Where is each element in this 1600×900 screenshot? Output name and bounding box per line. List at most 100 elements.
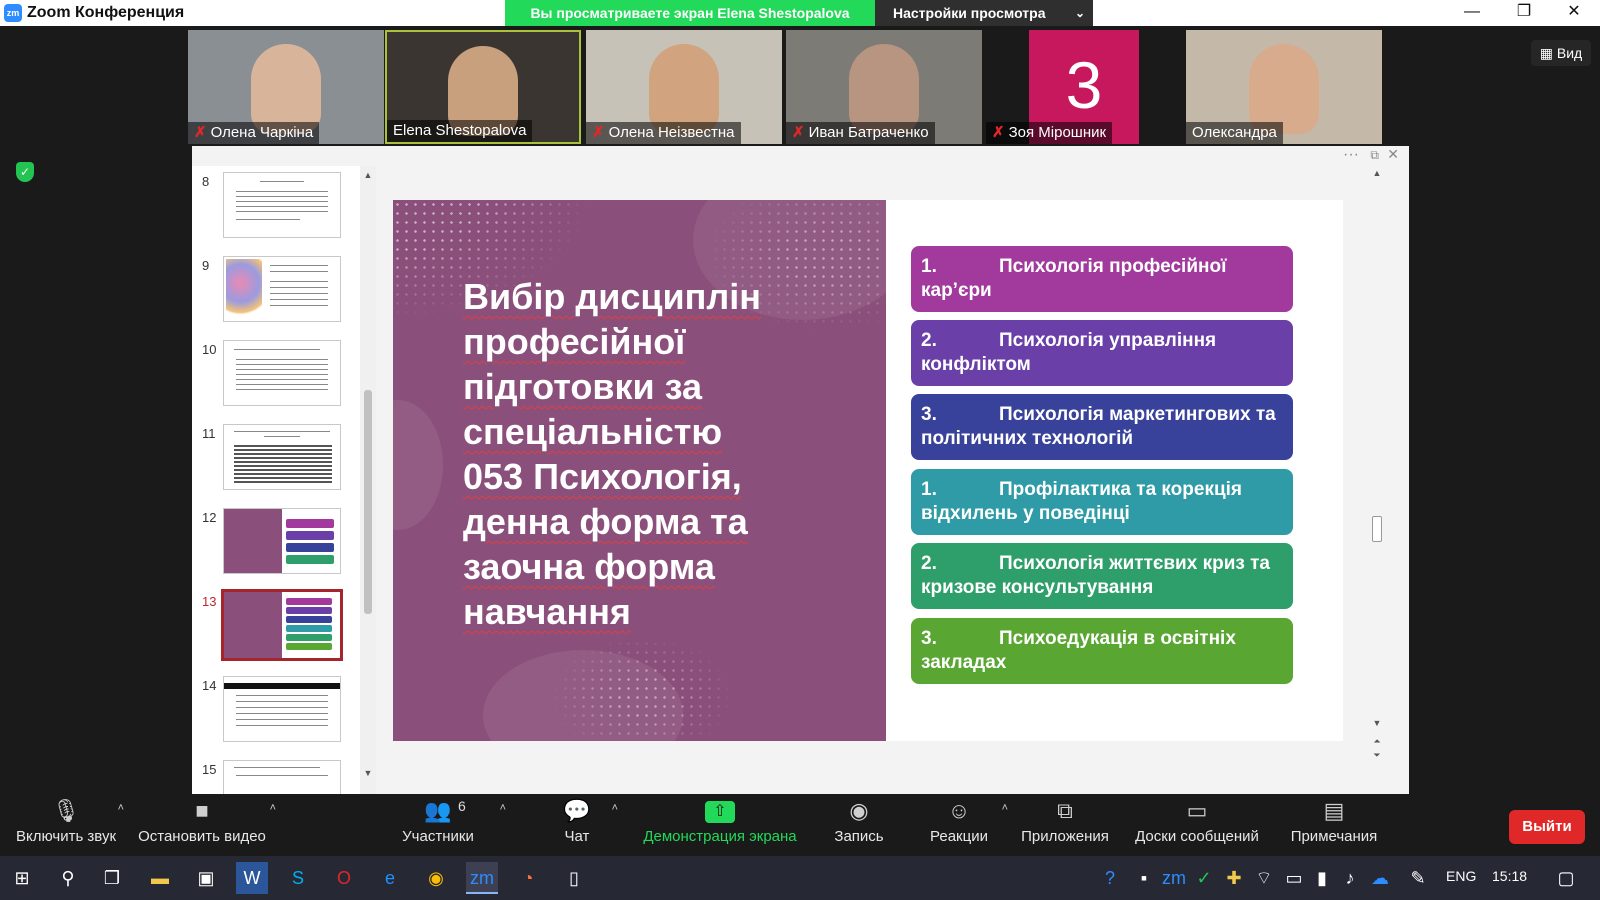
participants-button[interactable]: 👥 6 Участники ˄ <box>400 794 506 856</box>
tray-app-icon[interactable]: ▪ <box>1128 862 1160 894</box>
thumbnail-image <box>221 589 343 661</box>
chat-button[interactable]: 💬 Чат ˄ <box>560 794 618 856</box>
close-icon[interactable]: ✕ <box>1387 146 1399 163</box>
thumbnail-scrollbar[interactable]: ▲ ▼ <box>360 166 376 794</box>
reactions-button[interactable]: ☺ Реакции ˄ <box>928 794 1008 856</box>
slide-thumbnail[interactable]: 15 <box>192 760 360 794</box>
mic-muted-icon: ✗ <box>592 124 605 141</box>
slide-thumbnail[interactable]: 14 <box>192 676 360 748</box>
participant-name: Олександра <box>1186 122 1283 144</box>
participant-name: ✗ Зоя Мірошник <box>986 122 1113 144</box>
slide-scrollbar[interactable]: ▲ ▼ ⏶ ⏷ <box>1369 166 1385 794</box>
zoom-tray-icon[interactable]: zm <box>1158 862 1190 894</box>
participant-gallery: ✗ Олена Чаркіна Elena Shestopalova ✗ Олена… <box>0 26 1600 144</box>
share-screen-icon: ⇧ <box>640 794 800 828</box>
presentation-slide: Вибір дисциплін професійної підготовки з… <box>393 200 1343 741</box>
wifi-icon[interactable]: ⌔ <box>1248 862 1280 894</box>
slide-thumbnail-panel[interactable]: 8 9 10 11 12 13 14 15 <box>192 166 360 794</box>
maximize-icon[interactable]: ⧉ <box>1370 148 1379 163</box>
discipline-item: 1. Психологія професійної кар’єри <box>911 246 1293 312</box>
zoom-taskbar-icon[interactable]: zm <box>466 862 498 894</box>
shared-screen[interactable]: ··· ⧉ ✕ 8 9 10 11 12 13 14 15 ▲ ▼ Вибір … <box>192 146 1409 794</box>
participant-video <box>849 44 919 134</box>
slide-thumbnail-current[interactable]: 13 <box>192 589 360 664</box>
help-icon[interactable]: ? <box>1094 862 1126 894</box>
thumbnail-image <box>223 256 341 322</box>
view-settings-label: Настройки просмотра <box>893 5 1046 21</box>
scrollbar-thumb[interactable] <box>364 390 372 614</box>
discipline-item: 3. Психоедукація в освітніх закладах <box>911 618 1293 684</box>
slide-thumbnail[interactable]: 10 <box>192 340 360 412</box>
thumbnail-image <box>223 172 341 238</box>
firefox-icon[interactable]: ◔ <box>512 862 544 894</box>
leave-meeting-button[interactable]: Выйти <box>1509 810 1585 844</box>
scroll-up-icon[interactable]: ▲ <box>360 168 376 182</box>
smiley-icon: ☺ <box>947 798 971 823</box>
participant-tile[interactable]: ✗ Олена Чаркіна <box>188 30 384 144</box>
record-button[interactable]: ◉ Запись <box>830 794 888 856</box>
microphone-muted-icon: 🎙 <box>52 798 80 823</box>
document-icon[interactable]: ▯ <box>558 862 590 894</box>
unmute-button[interactable]: 🎙 Включить звук ˄ <box>10 794 124 856</box>
close-button[interactable]: ✕ <box>1548 0 1600 26</box>
task-view-icon[interactable]: ❐ <box>96 862 128 894</box>
screen-share-banner: Вы просматриваете экран Elena Shestopalo… <box>505 0 875 26</box>
windows-taskbar: ⊞ ⚲ ❐ ▬ ▣ W S O e ◉ zm ◔ ▯ ? ▪ zm ✓ ✚ ⌔ … <box>0 856 1600 900</box>
view-layout-button[interactable]: ▦ Вид <box>1531 40 1591 66</box>
search-icon[interactable]: ⚲ <box>52 862 84 894</box>
pen-icon[interactable]: ✎ <box>1402 862 1434 894</box>
next-slide-icon[interactable]: ⏷ <box>1369 748 1385 762</box>
notes-icon: ▤ <box>1323 798 1345 823</box>
thumbnail-image <box>223 424 341 490</box>
opera-icon[interactable]: O <box>328 862 360 894</box>
chevron-up-icon[interactable]: ˄ <box>500 802 506 814</box>
scroll-up-icon[interactable]: ▲ <box>1369 166 1385 180</box>
store-icon[interactable]: ▣ <box>190 862 222 894</box>
more-icon[interactable]: ··· <box>1343 146 1359 164</box>
participant-tile[interactable]: ✗ Олена Неізвестна <box>586 30 782 144</box>
windows-start-icon[interactable]: ⊞ <box>6 862 38 894</box>
discipline-item: 1. Профілактика та корекція відхилень у п… <box>911 469 1293 535</box>
notifications-icon[interactable]: ▢ <box>1550 862 1582 894</box>
skype-icon[interactable]: S <box>282 862 314 894</box>
scroll-down-icon[interactable]: ▼ <box>360 766 376 780</box>
view-settings-dropdown[interactable]: Настройки просмотра ⌄ <box>875 0 1093 26</box>
chevron-up-icon[interactable]: ˄ <box>1002 802 1008 814</box>
apps-button[interactable]: ⧉ Приложения <box>1018 794 1112 856</box>
shared-window-titlebar: ··· ⧉ ✕ <box>192 146 1409 166</box>
share-screen-button[interactable]: ⇧ Демонстрация экрана <box>640 794 800 856</box>
chevron-up-icon[interactable]: ˄ <box>270 802 276 814</box>
thumbnail-image <box>223 676 341 742</box>
tray-plus-icon[interactable]: ✚ <box>1218 862 1250 894</box>
edge-icon[interactable]: e <box>374 862 406 894</box>
onedrive-icon[interactable]: ☁ <box>1364 862 1396 894</box>
participant-tile[interactable]: Олександра <box>1186 30 1382 144</box>
security-tray-icon[interactable]: ✓ <box>1188 862 1220 894</box>
file-explorer-icon[interactable]: ▬ <box>144 862 176 894</box>
participant-tile-active-speaker[interactable]: Elena Shestopalova <box>385 30 581 144</box>
whiteboards-button[interactable]: ▭ Доски сообщений <box>1130 794 1264 856</box>
notes-button[interactable]: ▤ Примечания <box>1286 794 1382 856</box>
shield-check-icon[interactable]: ✓ <box>16 162 34 182</box>
participant-name: ✗ Олена Неізвестна <box>586 122 741 144</box>
participant-tile[interactable]: 3 ✗ Зоя Мірошник <box>986 30 1182 144</box>
restore-button[interactable]: ❐ <box>1498 0 1550 26</box>
participant-tile[interactable]: ✗ Иван Батраченко <box>786 30 982 144</box>
scroll-down-icon[interactable]: ▼ <box>1369 716 1385 730</box>
volume-icon[interactable]: ♪ <box>1334 862 1366 894</box>
slide-thumbnail[interactable]: 12 <box>192 508 360 580</box>
slide-thumbnail[interactable]: 9 <box>192 256 360 328</box>
chevron-up-icon[interactable]: ˄ <box>612 802 618 814</box>
previous-slide-icon[interactable]: ⏶ <box>1369 734 1385 748</box>
scrollbar-thumb[interactable] <box>1372 516 1382 542</box>
stop-video-button[interactable]: ■ Остановить видео ˄ <box>136 794 276 856</box>
chrome-icon[interactable]: ◉ <box>420 862 452 894</box>
discipline-item: 3. Психологія маркетингових та політичних… <box>911 394 1293 460</box>
minimize-button[interactable]: — <box>1446 0 1498 26</box>
language-indicator[interactable]: ENG <box>1446 868 1476 884</box>
clock[interactable]: 15:18 <box>1492 868 1527 884</box>
word-icon[interactable]: W <box>236 862 268 894</box>
slide-thumbnail[interactable]: 8 <box>192 172 360 244</box>
chevron-up-icon[interactable]: ˄ <box>118 802 124 814</box>
slide-thumbnail[interactable]: 11 <box>192 424 360 496</box>
